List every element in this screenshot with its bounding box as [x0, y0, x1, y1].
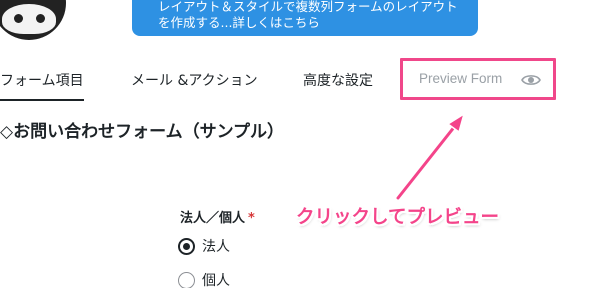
tip-banner-line2: を作成する...詳しくはこちら [158, 15, 320, 30]
editor-tabs: フォーム項目 メール &アクション 高度な設定 Preview Form [0, 58, 598, 101]
tip-banner-line1: レイアウト＆スタイルで複数列フォームのレイアウト [158, 0, 458, 14]
preview-form-label: Preview Form [419, 71, 503, 86]
tab-email-actions[interactable]: メール &アクション [131, 70, 258, 90]
tab-advanced-settings[interactable]: 高度な設定 [303, 70, 373, 90]
mascot-face [2, 4, 56, 34]
form-editor: レイアウト＆スタイルで複数列フォームのレイアウト を作成する...詳しくはこちら… [0, 0, 598, 288]
field-label-text: 法人／個人 [180, 211, 246, 226]
annotation-text: クリックしてプレビュー [296, 207, 499, 228]
radio-option-individual[interactable]: 個人 [178, 270, 230, 288]
tip-banner[interactable]: レイアウト＆スタイルで複数列フォームのレイアウト を作成する...詳しくはこちら [132, 0, 478, 36]
radio-unchecked-icon[interactable] [178, 271, 195, 288]
radio-option-corporate[interactable]: 法人 [178, 236, 230, 256]
required-mark: * [248, 211, 255, 226]
annotation-arrow [395, 112, 466, 201]
eye-icon [521, 75, 541, 85]
mascot-avatar [0, 0, 66, 40]
mascot-eye-right [36, 14, 45, 23]
form-title: ◇お問い合わせフォーム（サンプル） [0, 122, 285, 142]
field-label: 法人／個人 * [180, 207, 255, 226]
radio-checked-icon[interactable] [178, 237, 195, 255]
radio-option-label: 法人 [202, 239, 230, 255]
radio-option-label: 個人 [202, 273, 230, 288]
tab-preview-form[interactable]: Preview Form [400, 58, 556, 100]
tab-form-fields[interactable]: フォーム項目 [0, 70, 84, 101]
mascot-eye-left [14, 14, 23, 23]
